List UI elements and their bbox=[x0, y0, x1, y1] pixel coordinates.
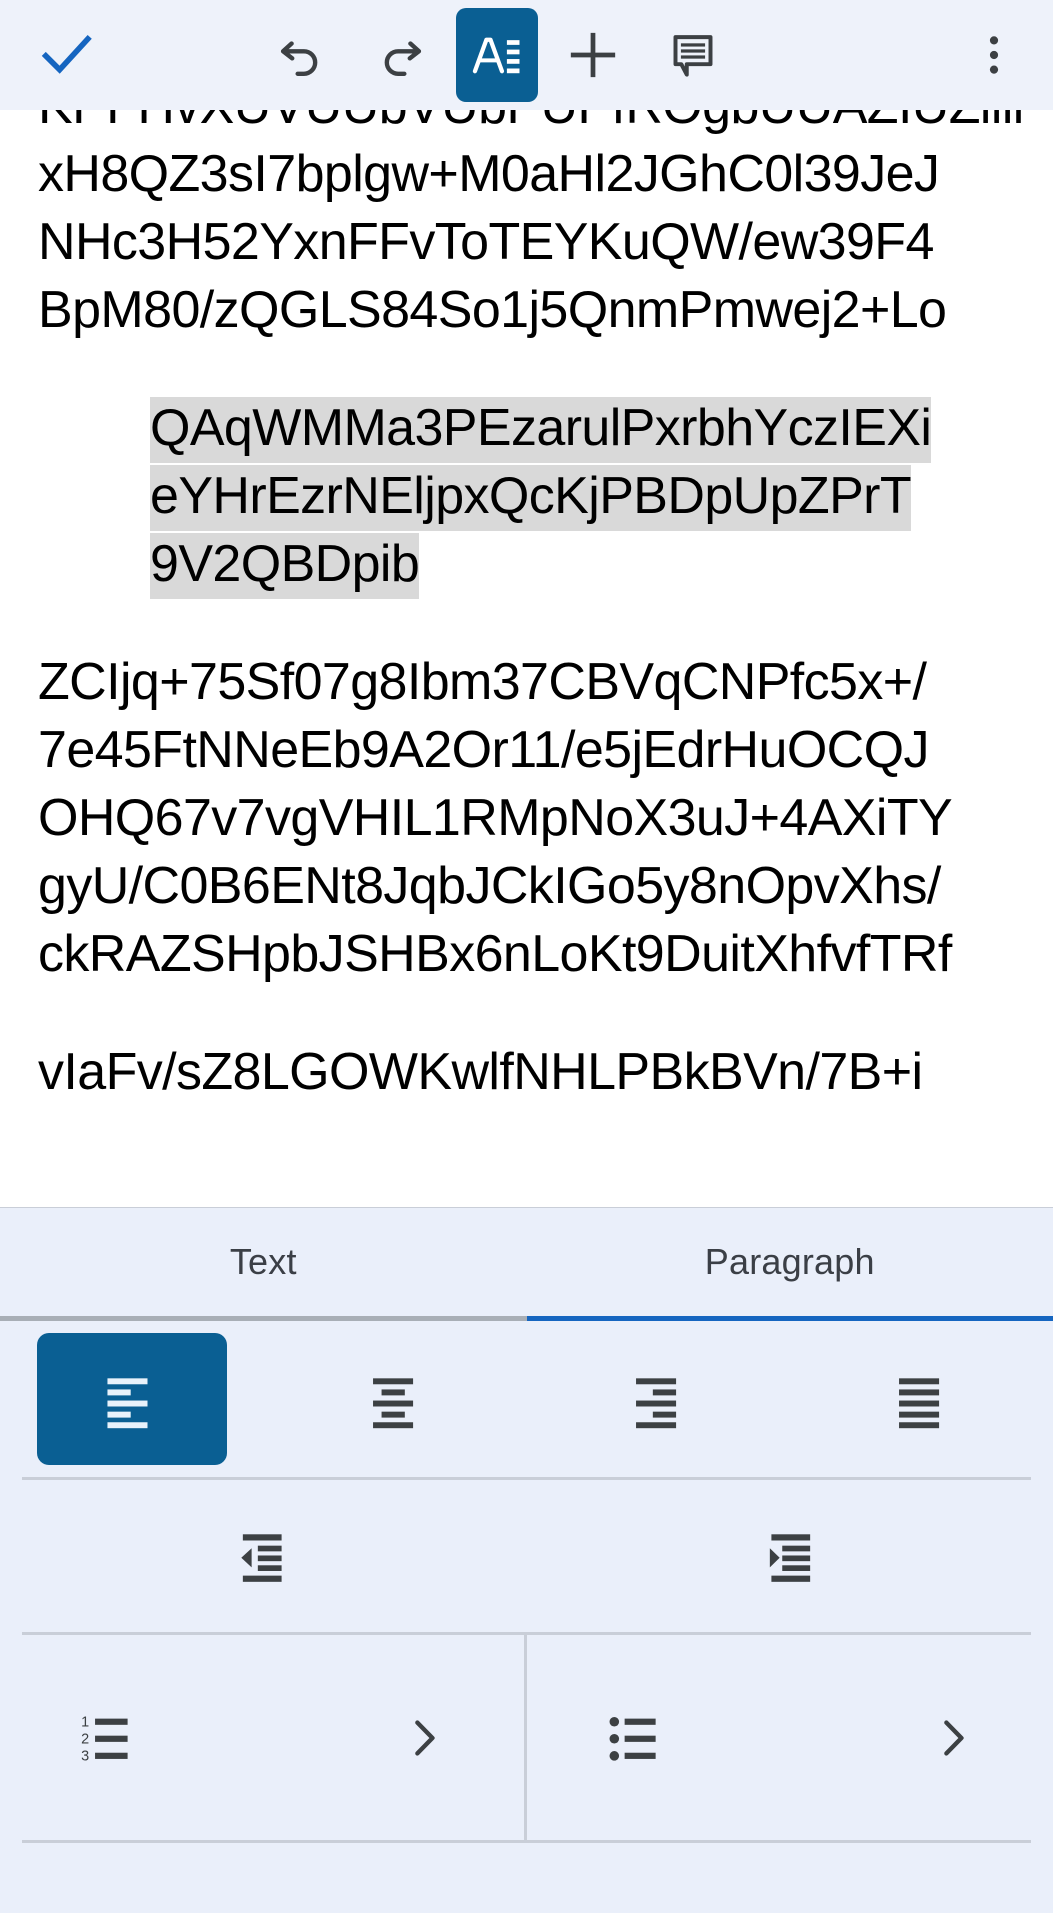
format-text-button[interactable] bbox=[456, 8, 538, 102]
format-panel-tabs: Text Paragraph bbox=[0, 1208, 1053, 1316]
bulleted-list-chevron[interactable] bbox=[931, 1716, 975, 1760]
document-line: ZCIjq+75Sf07g8Ibm37CBVqCNPfc5x+/ bbox=[38, 653, 927, 711]
paragraph-bottom[interactable]: ZCIjq+75Sf07g8Ibm37CBVqCNPfc5x+/ 7e45FtN… bbox=[38, 648, 1015, 988]
selection-highlight: QAqWMMa3PEzarulPxrbhYczIEXi bbox=[150, 397, 932, 463]
document-editor-screen: KPFHvXUVUUbVUbPUPfROgbUUAZIUZiiii xH8QZ3… bbox=[0, 0, 1053, 1913]
document-line: 7e45FtNNeEb9A2Or11/e5jEdrHuOCQJ bbox=[38, 721, 929, 779]
document-line-selected: 9V2QBDpib bbox=[150, 530, 1015, 599]
redo-icon bbox=[376, 30, 426, 80]
document-line: xH8QZ3sI7bplgw+M0aHl2JGhC0l39JeJ bbox=[38, 145, 940, 203]
paragraph-selected[interactable]: QAqWMMa3PEzarulPxrbhYczIEXi eYHrEzrNEljp… bbox=[38, 394, 1015, 599]
alignment-row bbox=[0, 1321, 1053, 1477]
tab-text[interactable]: Text bbox=[0, 1208, 527, 1316]
format-panel: Text Paragraph 1 2 3 bbox=[0, 1207, 1053, 1913]
indent-row bbox=[0, 1480, 1053, 1632]
list-row: 1 2 3 bbox=[0, 1635, 1053, 1840]
document-canvas[interactable]: KPFHvXUVUUbVUbPUPfROgbUUAZIUZiiii xH8QZ3… bbox=[0, 110, 1053, 1207]
document-line: NHc3H52YxnFFvToTEYKuQW/ew39F4 bbox=[38, 213, 934, 271]
three-dot-menu-icon bbox=[970, 31, 1018, 79]
paragraph-top[interactable]: KPFHvXUVUUbVUbPUPfROgbUUAZIUZiiii xH8QZ3… bbox=[38, 110, 1024, 344]
comment-icon bbox=[668, 30, 718, 80]
document-line: ckRAZSHpbJSHBx6nLoKt9DuitXhfvfTRf bbox=[38, 925, 952, 983]
document-content: KPFHvXUVUUbVUbPUPfROgbUUAZIUZiiii xH8QZ3… bbox=[38, 110, 1024, 1106]
alignment-cell bbox=[263, 1321, 526, 1477]
numbered-list-cell[interactable]: 1 2 3 bbox=[0, 1635, 527, 1840]
document-line: BpM80/zQGLS84So1j5QnmPmwej2+Lo bbox=[38, 281, 947, 339]
align-left-icon bbox=[101, 1368, 163, 1430]
panel-footer-space bbox=[0, 1843, 1053, 1913]
increase-indent-cell[interactable] bbox=[527, 1525, 1053, 1587]
increase-indent-icon bbox=[759, 1525, 821, 1587]
comment-button[interactable] bbox=[656, 18, 730, 92]
undo-button[interactable] bbox=[264, 18, 338, 92]
numbered-list-chevron[interactable] bbox=[402, 1716, 446, 1760]
alignment-cell bbox=[527, 1321, 790, 1477]
check-icon bbox=[41, 29, 93, 81]
align-justify-button[interactable] bbox=[826, 1333, 1016, 1465]
document-line: gyU/C0B6ENt8JqbJCkIGo5y8nOpvXhs/ bbox=[38, 857, 941, 915]
bulleted-list-icon bbox=[605, 1707, 667, 1769]
align-left-button[interactable] bbox=[36, 1333, 227, 1465]
tab-paragraph[interactable]: Paragraph bbox=[527, 1208, 1053, 1316]
align-right-button[interactable] bbox=[563, 1333, 753, 1465]
overflow-menu-button[interactable] bbox=[957, 18, 1031, 92]
top-toolbar bbox=[0, 0, 1053, 110]
align-center-button[interactable] bbox=[300, 1333, 490, 1465]
plus-icon bbox=[566, 28, 620, 82]
selection-highlight: 9V2QBDpib bbox=[150, 533, 420, 599]
alignment-cell bbox=[0, 1321, 263, 1477]
document-line-selected: eYHrEzrNEljpxQcKjPBDpUpZPrT bbox=[150, 462, 1015, 531]
decrease-indent-cell[interactable] bbox=[0, 1525, 527, 1587]
decrease-indent-icon bbox=[232, 1525, 294, 1587]
paragraph-last[interactable]: vIaFv/sZ8LGOWKwlfNHLPBkBVn/7B+i bbox=[38, 1038, 1015, 1106]
insert-button[interactable] bbox=[556, 18, 630, 92]
align-right-icon bbox=[627, 1368, 689, 1430]
redo-button[interactable] bbox=[364, 18, 438, 92]
numbered-list-icon: 1 2 3 bbox=[78, 1707, 140, 1769]
format-text-icon bbox=[470, 28, 524, 82]
bulleted-list-cell[interactable] bbox=[527, 1635, 1053, 1840]
document-line: vIaFv/sZ8LGOWKwlfNHLPBkBVn/7B+i bbox=[38, 1043, 923, 1101]
undo-icon bbox=[276, 30, 326, 80]
selection-highlight: eYHrEzrNEljpxQcKjPBDpUpZPrT bbox=[150, 465, 912, 531]
svg-text:3: 3 bbox=[81, 1748, 89, 1764]
align-justify-icon bbox=[890, 1368, 952, 1430]
svg-text:1: 1 bbox=[81, 1714, 89, 1730]
align-center-icon bbox=[364, 1368, 426, 1430]
done-button[interactable] bbox=[30, 18, 104, 92]
alignment-cell bbox=[790, 1321, 1053, 1477]
document-line: OHQ67v7vgVHIL1RMpNoX3uJ+4AXiTY bbox=[38, 789, 953, 847]
document-line: KPFHvXUVUUbVUbPUPfROgbUUAZIUZiiii bbox=[38, 110, 1024, 140]
document-line-selected: QAqWMMa3PEzarulPxrbhYczIEXi bbox=[150, 394, 1015, 463]
svg-text:2: 2 bbox=[81, 1731, 89, 1747]
